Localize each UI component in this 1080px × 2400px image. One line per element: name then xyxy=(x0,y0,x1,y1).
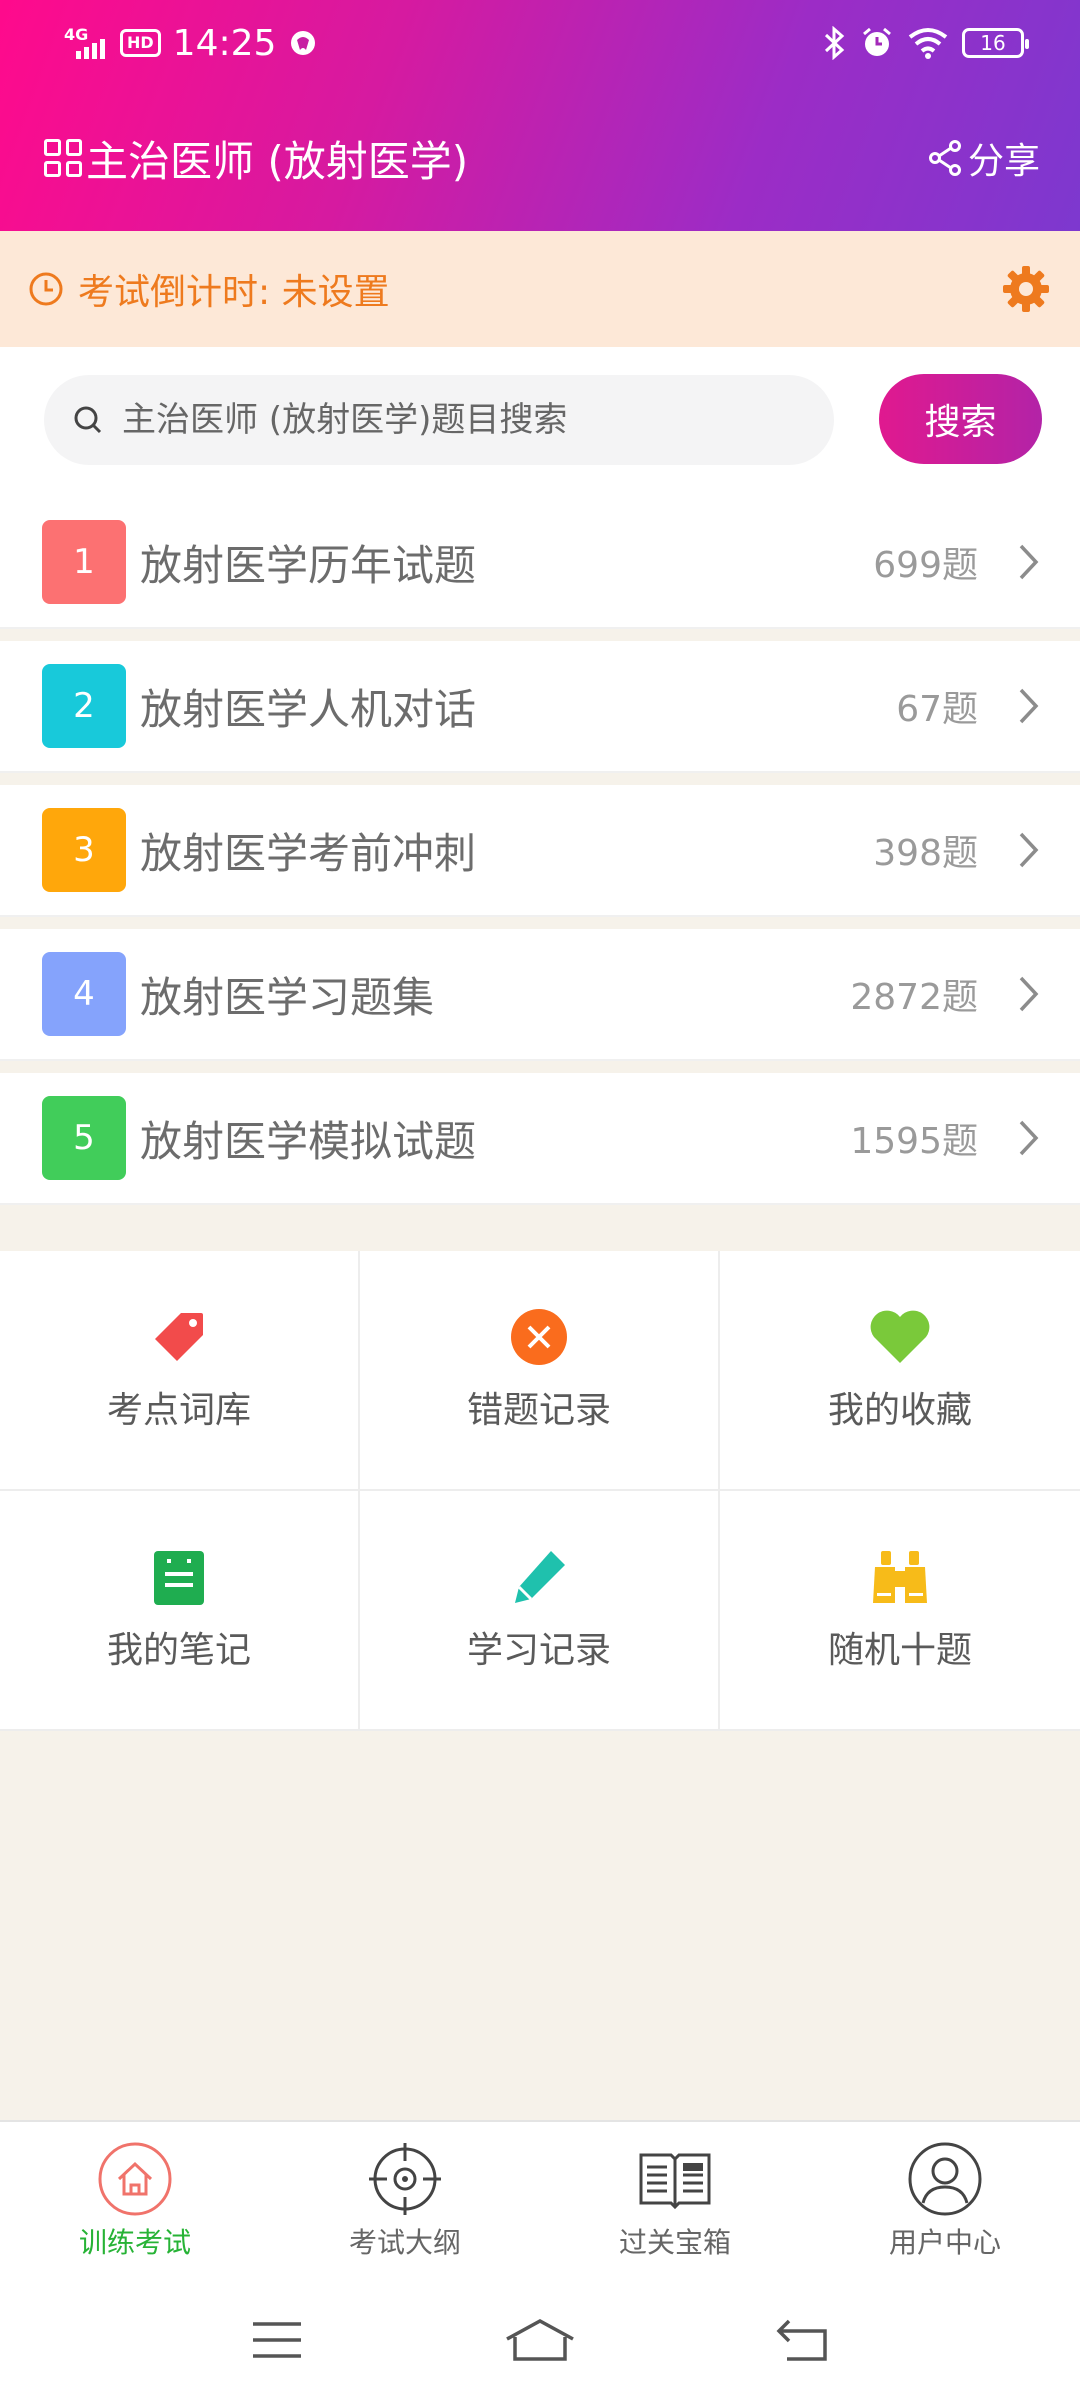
tool-favorites[interactable]: 我的收藏 xyxy=(720,1251,1080,1491)
tool-study-records[interactable]: 学习记录 xyxy=(360,1491,720,1731)
search-icon xyxy=(74,406,102,434)
tool-label: 随机十题 xyxy=(827,1630,972,1671)
battery-icon: 16 xyxy=(962,28,1029,58)
item-count: 2872题 xyxy=(850,977,978,1018)
system-nav-bar xyxy=(0,2280,1080,2400)
item-title: 放射医学习题集 xyxy=(140,972,435,1022)
search-input[interactable] xyxy=(122,400,782,440)
wifi-icon xyxy=(908,28,948,59)
tab-exam-outline[interactable]: 考试大纲 xyxy=(270,2122,540,2280)
back-icon[interactable] xyxy=(775,2317,831,2363)
alarm-icon xyxy=(863,27,891,56)
search-box[interactable] xyxy=(44,375,834,465)
item-title: 放射医学历年试题 xyxy=(140,540,477,590)
binoculars-icon xyxy=(873,1551,927,1603)
notebook-icon xyxy=(154,1551,204,1605)
chevron-right-icon xyxy=(1019,976,1039,1012)
tool-random-ten[interactable]: 随机十题 xyxy=(720,1491,1080,1731)
location-icon xyxy=(291,31,316,55)
status-time: 14:25 xyxy=(172,22,277,64)
chevron-right-icon xyxy=(1019,832,1039,868)
item-title: 放射医学模拟试题 xyxy=(140,1116,477,1166)
item-number: 2 xyxy=(42,664,126,748)
menu-icon[interactable] xyxy=(249,2318,305,2362)
share-icon xyxy=(928,140,961,176)
list-item[interactable]: 2 放射医学人机对话 67题 xyxy=(0,641,1080,773)
exam-countdown-bar[interactable]: 考试倒计时: 未设置 xyxy=(0,231,1080,347)
tab-pass-treasure[interactable]: 过关宝箱 xyxy=(540,2122,810,2280)
share-button[interactable]: 分享 xyxy=(928,132,1040,184)
home-icon xyxy=(98,2142,172,2216)
tag-icon xyxy=(155,1313,203,1361)
tool-wrong-records[interactable]: 错题记录 xyxy=(360,1251,720,1491)
heart-icon xyxy=(870,1310,930,1363)
item-count: 699题 xyxy=(873,545,978,586)
tool-label: 学习记录 xyxy=(466,1630,611,1671)
search-button[interactable]: 搜索 xyxy=(879,374,1042,464)
list-item[interactable]: 5 放射医学模拟试题 1595题 xyxy=(0,1073,1080,1205)
page-title: 主治医师 (放射医学) xyxy=(86,136,469,186)
settings-gear-icon[interactable] xyxy=(1000,263,1052,315)
hd-badge: HD xyxy=(120,29,161,57)
tool-label: 考点词库 xyxy=(106,1390,251,1431)
clock-icon xyxy=(29,272,63,306)
app-header: 4G HD 14:25 16 主治医师 (放射医学) 分享 xyxy=(0,0,1080,231)
tool-notes[interactable]: 我的笔记 xyxy=(0,1491,360,1731)
list-item[interactable]: 4 放射医学习题集 2872题 xyxy=(0,929,1080,1061)
home-nav-icon[interactable] xyxy=(503,2315,577,2365)
tools-grid: 考点词库 错题记录 我的收藏 我的笔记 学习记录 随机十题 xyxy=(0,1251,1080,1731)
user-icon xyxy=(908,2142,982,2216)
chevron-right-icon xyxy=(1019,544,1039,580)
tool-keyword-bank[interactable]: 考点词库 xyxy=(0,1251,360,1491)
chevron-right-icon xyxy=(1019,1120,1039,1156)
item-count: 67题 xyxy=(896,689,978,730)
wrong-circle-icon xyxy=(511,1309,567,1365)
item-count: 1595题 xyxy=(850,1121,978,1162)
target-icon xyxy=(369,2143,441,2215)
item-number: 4 xyxy=(42,952,126,1036)
book-icon xyxy=(639,2153,711,2210)
share-label: 分享 xyxy=(967,141,1040,182)
tool-label: 我的收藏 xyxy=(827,1390,972,1431)
status-bar: 4G HD 14:25 16 xyxy=(64,18,1029,68)
tab-label: 训练考试 xyxy=(78,2226,191,2259)
question-bank-list: 1 放射医学历年试题 699题 2 放射医学人机对话 67题 3 放射医学考前冲… xyxy=(0,497,1080,1217)
list-item[interactable]: 1 放射医学历年试题 699题 xyxy=(0,497,1080,629)
item-number: 3 xyxy=(42,808,126,892)
item-title: 放射医学考前冲刺 xyxy=(140,828,477,878)
tool-label: 错题记录 xyxy=(466,1390,611,1431)
item-number: 5 xyxy=(42,1096,126,1180)
bluetooth-icon xyxy=(824,26,845,60)
tab-label: 过关宝箱 xyxy=(618,2226,731,2259)
item-number: 1 xyxy=(42,520,126,604)
item-count: 398题 xyxy=(873,833,978,874)
chevron-right-icon xyxy=(1019,688,1039,724)
tab-label: 考试大纲 xyxy=(348,2226,461,2259)
tab-label: 用户中心 xyxy=(888,2226,1001,2259)
list-item[interactable]: 3 放射医学考前冲刺 398题 xyxy=(0,785,1080,917)
tab-training-exam[interactable]: 训练考试 xyxy=(0,2122,270,2280)
countdown-label: 考试倒计时: 未设置 xyxy=(78,272,390,313)
pencil-icon xyxy=(515,1551,565,1603)
apps-grid-icon[interactable] xyxy=(44,139,82,177)
search-area: 搜索 xyxy=(0,347,1080,497)
tool-label: 我的笔记 xyxy=(106,1630,251,1671)
signal-icon: 4G xyxy=(64,25,108,61)
bottom-tab-bar: 训练考试 考试大纲 过关宝箱 用户中心 xyxy=(0,2120,1080,2280)
item-title: 放射医学人机对话 xyxy=(140,684,477,734)
tab-user-center[interactable]: 用户中心 xyxy=(810,2122,1080,2280)
